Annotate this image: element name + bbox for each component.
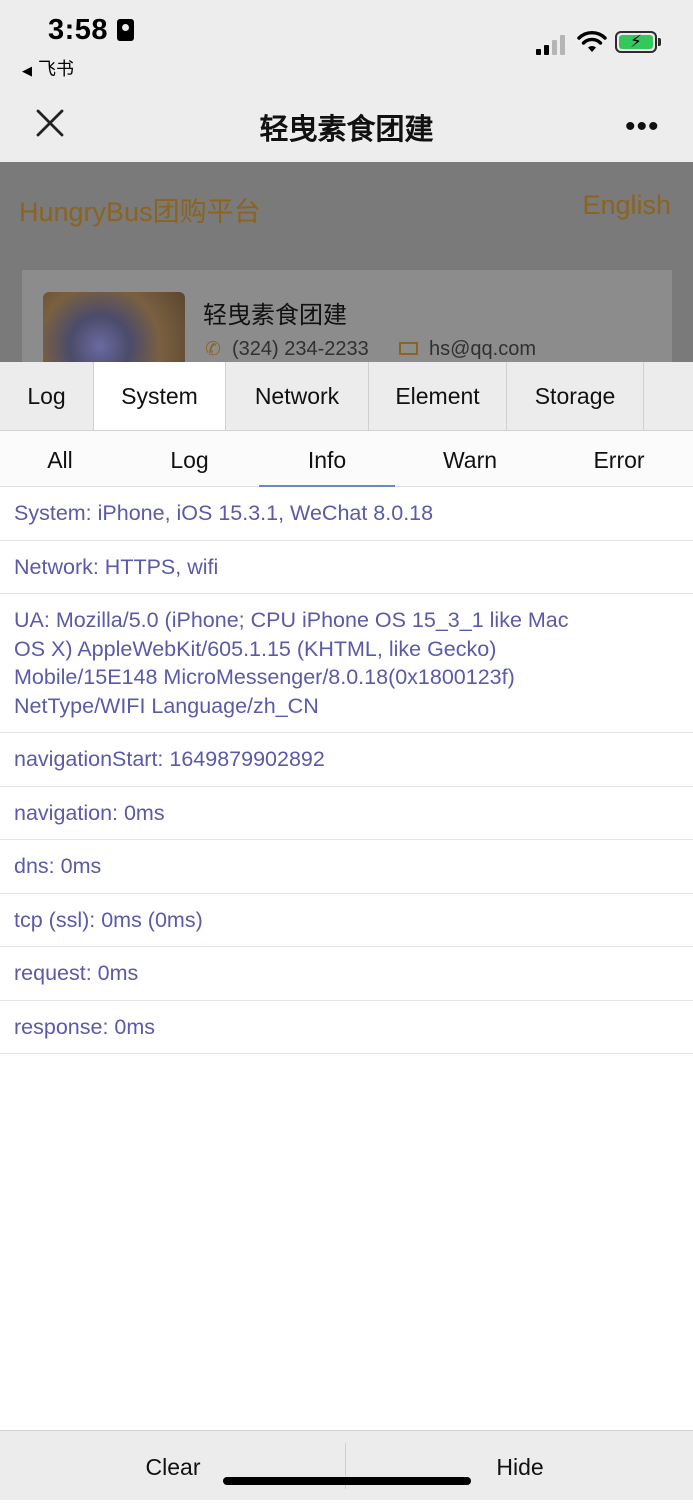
mail-icon	[399, 342, 418, 355]
log-row-response: response: 0ms	[0, 1001, 693, 1054]
page-title: 轻曳素食团建	[259, 114, 434, 146]
back-app-label: 飞书	[38, 59, 74, 79]
back-to-app-link[interactable]: ◀ 飞书	[22, 55, 74, 81]
status-bar: 3:58 ◀ 飞书 ⚡	[0, 0, 693, 90]
tab-storage[interactable]: Storage	[507, 362, 644, 430]
tab-element[interactable]: Element	[369, 362, 507, 430]
charging-bolt-icon: ⚡	[630, 32, 642, 51]
clear-button[interactable]: Clear	[0, 1431, 346, 1501]
log-list: System: iPhone, iOS 15.3.1, WeChat 8.0.1…	[0, 487, 693, 1054]
shop-thumbnail-image	[43, 292, 185, 362]
vconsole-panel: Log System Network Element Storage All L…	[0, 362, 693, 1500]
wifi-icon	[577, 31, 607, 52]
log-row-request: request: 0ms	[0, 947, 693, 1001]
phone-icon: ✆	[205, 339, 221, 360]
back-triangle-icon: ◀	[22, 63, 32, 78]
log-row-navigation-start: navigationStart: 1649879902892	[0, 733, 693, 787]
log-row-dns: dns: 0ms	[0, 840, 693, 894]
log-row-network: Network: HTTPS, wifi	[0, 541, 693, 594]
log-row-tcp: tcp (ssl): 0ms (0ms)	[0, 894, 693, 947]
shop-name: 轻曳素食团建	[203, 302, 347, 329]
vconsole-footer: Clear Hide	[0, 1430, 693, 1500]
filter-info[interactable]: Info	[259, 431, 395, 487]
status-time: 3:58	[48, 14, 109, 46]
vconsole-tabs: Log System Network Element Storage	[0, 362, 693, 431]
log-row-user-agent: UA: Mozilla/5.0 (iPhone; CPU iPhone OS 1…	[0, 594, 693, 733]
log-level-filter: All Log Info Warn Error	[0, 431, 693, 487]
filter-all[interactable]: All	[0, 431, 120, 486]
tab-system[interactable]: System	[94, 362, 226, 430]
title-bar: 轻曳素食团建 •••	[0, 90, 693, 162]
page-behind-overlay: HungryBus团购平台 English 轻曳素食团建 ✆ (324) 234…	[0, 162, 693, 362]
tab-network[interactable]: Network	[226, 362, 369, 430]
log-row-navigation: navigation: 0ms	[0, 787, 693, 840]
tab-log[interactable]: Log	[0, 362, 94, 430]
contact-badge-icon	[117, 19, 134, 41]
language-switch[interactable]: English	[582, 190, 671, 221]
brand-title: HungryBus团购平台	[19, 197, 261, 227]
battery-cap	[658, 38, 661, 46]
home-indicator[interactable]	[223, 1477, 471, 1485]
more-icon[interactable]: •••	[625, 110, 660, 144]
cellular-signal-icon	[536, 33, 568, 55]
log-row-system: System: iPhone, iOS 15.3.1, WeChat 8.0.1…	[0, 487, 693, 541]
filter-error[interactable]: Error	[545, 431, 693, 486]
shop-email: hs@qq.com	[429, 338, 537, 360]
filter-warn[interactable]: Warn	[395, 431, 545, 486]
shop-phone: (324) 234-2233	[232, 338, 369, 360]
hide-button[interactable]: Hide	[347, 1431, 693, 1501]
filter-log[interactable]: Log	[120, 431, 259, 486]
battery-icon: ⚡	[615, 31, 657, 53]
